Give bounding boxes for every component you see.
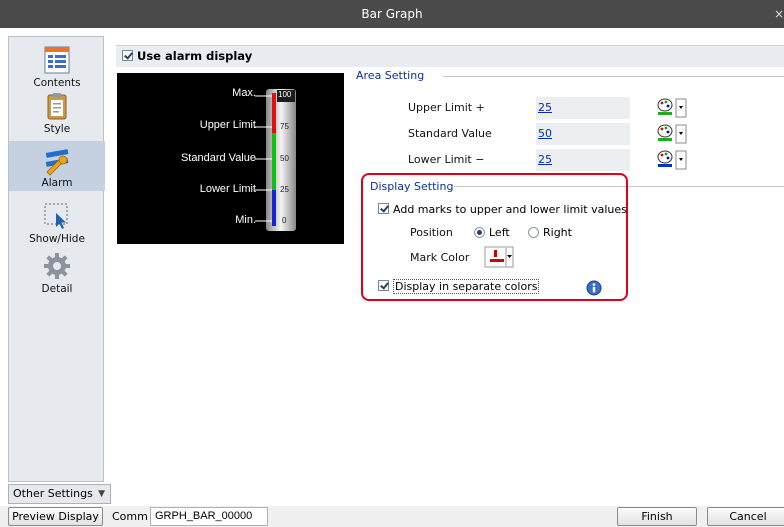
window-title: Bar Graph	[361, 7, 423, 21]
lower-limit-field[interactable]: 25	[536, 149, 630, 171]
bar-graph-preview: Max. Upper Limit Standard Value Lower Li…	[117, 73, 344, 244]
contents-icon	[44, 46, 70, 74]
preview-tick-50: 50	[280, 154, 289, 163]
sidebar-item-contents[interactable]: Contents	[9, 45, 105, 89]
sidebar-item-detail[interactable]: Detail	[9, 251, 105, 295]
mark-color-label: Mark Color	[410, 251, 470, 264]
sidebar-item-label: Detail	[41, 283, 73, 295]
marker-color-icon	[484, 246, 514, 268]
add-marks-label: Add marks to upper and lower limit value…	[393, 203, 627, 216]
sidebar-item-label: Contents	[33, 77, 81, 89]
position-right-radio[interactable]: Right	[528, 226, 572, 239]
standard-value-color-button[interactable]	[656, 123, 692, 145]
upper-limit-label: Upper Limit +	[408, 101, 485, 114]
sidebar: Contents Style Alarm Show/Hide Detail	[8, 36, 105, 482]
preview-tick-0: 0	[282, 216, 287, 225]
sidebar-item-label: Style	[43, 123, 71, 135]
sidebar-item-show-hide[interactable]: Show/Hide	[9, 201, 105, 245]
preview-label-upper: Upper Limit	[199, 119, 256, 131]
preview-label-lower: Lower Limit	[199, 183, 256, 195]
preview-label-standard: Standard Value	[180, 152, 256, 164]
clipboard-icon	[47, 93, 67, 120]
use-alarm-display-label: Use alarm display	[137, 49, 253, 63]
separate-colors-option[interactable]: Display in separate colors	[378, 279, 540, 294]
palette-icon	[657, 150, 687, 170]
selection-cursor-icon	[44, 203, 68, 229]
palette-icon	[657, 98, 687, 118]
gear-icon	[44, 253, 70, 279]
preview-tick-25: 25	[280, 185, 289, 194]
sidebar-item-label: Show/Hide	[29, 233, 85, 245]
radio-selected-icon	[474, 227, 485, 238]
sidebar-item-label: Alarm	[41, 177, 73, 189]
info-icon[interactable]	[586, 280, 602, 296]
preview-display-button[interactable]: Preview Display	[8, 507, 103, 526]
use-alarm-display-checkbox[interactable]	[122, 50, 133, 61]
comm-label: Comm	[112, 510, 148, 523]
add-marks-option[interactable]: Add marks to upper and lower limit value…	[378, 203, 627, 216]
lower-limit-label: Lower Limit −	[408, 153, 485, 166]
title-bar: Bar Graph ×	[0, 0, 784, 28]
standard-value-label: Standard Value	[408, 127, 492, 140]
position-label: Position	[410, 226, 453, 239]
other-settings-label: Other Settings	[13, 487, 93, 500]
preview-tick-75: 75	[280, 122, 289, 131]
footer-bar: Preview Display Comm GRPH_BAR_00000 Fini…	[0, 506, 784, 527]
comm-field[interactable]: GRPH_BAR_00000	[150, 507, 268, 526]
upper-limit-field[interactable]: 25	[536, 97, 630, 119]
separate-colors-checkbox[interactable]	[378, 280, 389, 291]
standard-value-field[interactable]: 50	[536, 123, 630, 145]
palette-icon	[657, 124, 687, 144]
area-setting-title: Area Setting	[356, 69, 425, 82]
radio-unselected-icon	[528, 227, 539, 238]
sidebar-item-style[interactable]: Style	[9, 91, 105, 135]
finish-button[interactable]: Finish	[617, 507, 697, 526]
preview-tick-100: 100	[278, 90, 292, 99]
wrench-icon	[45, 149, 69, 176]
upper-limit-color-button[interactable]	[656, 97, 692, 119]
close-icon[interactable]: ×	[774, 0, 784, 28]
position-left-radio[interactable]: Left	[474, 226, 510, 239]
area-setting-divider	[443, 76, 784, 77]
add-marks-checkbox[interactable]	[378, 203, 389, 214]
lower-limit-color-button[interactable]	[656, 149, 692, 171]
cancel-button[interactable]: Cancel	[707, 507, 784, 526]
use-alarm-display-header: Use alarm display	[116, 45, 784, 67]
preview-label-max: Max.	[232, 87, 256, 99]
preview-label-min: Min.	[235, 214, 256, 226]
chevron-down-icon: ▼	[98, 489, 105, 499]
mark-color-button[interactable]	[484, 246, 520, 268]
separate-colors-label: Display in separate colors	[393, 279, 540, 294]
sidebar-item-alarm[interactable]: Alarm	[9, 141, 105, 191]
other-settings-dropdown[interactable]: Other Settings ▼	[8, 484, 111, 504]
